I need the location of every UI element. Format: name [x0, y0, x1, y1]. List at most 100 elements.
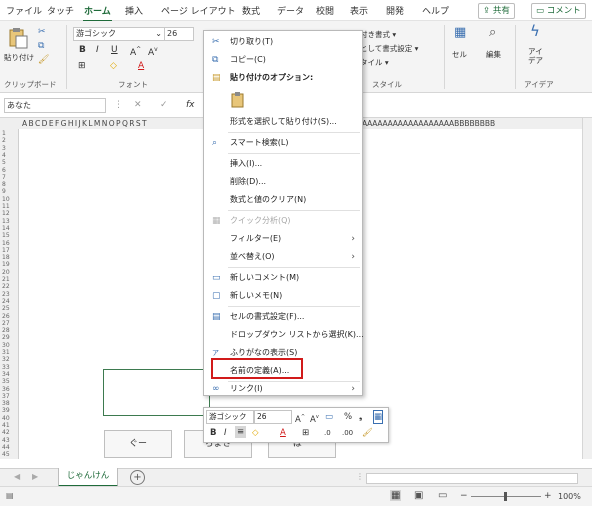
comma-icon[interactable]: ❟ — [359, 411, 362, 423]
fill-color-icon[interactable]: ◇ — [252, 427, 259, 439]
copy-icon[interactable]: ⧉ — [38, 40, 44, 52]
menu-item-format-cells[interactable]: ▤ セルの書式設定(F)... — [204, 308, 362, 326]
row-number[interactable]: 18 — [2, 254, 10, 261]
prev-sheet-icon[interactable]: ◀ — [14, 472, 20, 481]
number-format-icon[interactable]: ▭ — [325, 411, 333, 423]
row-number[interactable]: 30 — [2, 342, 10, 349]
add-sheet-button[interactable]: + — [130, 470, 145, 485]
row-number[interactable]: 14 — [2, 225, 10, 232]
tab-developer[interactable]: 開発 — [386, 4, 404, 17]
menu-item-paste-special[interactable]: 形式を選択して貼り付け(S)... — [204, 113, 362, 131]
decrease-font-icon[interactable]: Av — [310, 411, 319, 426]
row-number[interactable]: 42 — [2, 429, 10, 436]
font-size-select[interactable]: 26 — [164, 27, 194, 41]
row-number[interactable]: 1 — [2, 130, 6, 137]
row-number[interactable]: 15 — [2, 232, 10, 239]
row-number[interactable]: 36 — [2, 386, 10, 393]
underline-button[interactable]: U — [111, 44, 118, 56]
row-number[interactable]: 5 — [2, 159, 6, 166]
vertical-scrollbar[interactable] — [582, 118, 592, 459]
menu-item-sort[interactable]: 並べ替え(O) › — [204, 248, 362, 266]
page-break-view-icon[interactable]: ▭ — [438, 490, 447, 501]
mini-bold-button[interactable]: B — [210, 427, 216, 439]
row-number[interactable]: 39 — [2, 407, 10, 414]
row-number[interactable]: 28 — [2, 327, 10, 334]
ideas-icon[interactable]: ϟ — [530, 24, 540, 39]
row-number[interactable]: 44 — [2, 444, 10, 451]
decrease-font-icon[interactable]: Av — [148, 44, 158, 59]
normal-view-icon[interactable]: ▦ — [390, 490, 402, 501]
menu-item-new-note[interactable]: ▢ 新しいメモ(N) — [204, 287, 362, 305]
search-icon[interactable]: ⌕ — [489, 26, 496, 39]
mini-font-name-select[interactable]: 游ゴシック — [206, 410, 254, 424]
zoom-slider-handle[interactable] — [504, 492, 507, 501]
percent-button[interactable]: % — [344, 411, 352, 423]
insert-function-button[interactable]: fx — [186, 99, 195, 111]
rock-button[interactable]: ぐー — [104, 430, 172, 458]
row-number[interactable]: 10 — [2, 196, 10, 203]
menu-item-filter[interactable]: フィルター(E) › — [204, 230, 362, 248]
format-table-icon[interactable]: ▦ — [373, 410, 384, 424]
menu-item-delete[interactable]: 削除(D)... — [204, 173, 362, 191]
row-number[interactable]: 4 — [2, 152, 6, 159]
tab-data[interactable]: データ — [277, 4, 304, 17]
menu-item-clear-contents[interactable]: 数式と値のクリア(N) — [204, 191, 362, 209]
font-color-icon[interactable]: A — [280, 427, 286, 439]
confirm-icon[interactable]: ✓ — [160, 99, 168, 111]
zoom-out-icon[interactable]: − — [460, 491, 468, 501]
macro-record-icon[interactable]: ▤ — [6, 491, 14, 500]
next-sheet-icon[interactable]: ▶ — [32, 472, 38, 481]
row-number[interactable]: 34 — [2, 371, 10, 378]
mini-font-size-select[interactable]: 26 — [254, 410, 292, 424]
name-box[interactable]: あなた — [4, 98, 106, 113]
tab-view[interactable]: 表示 — [350, 4, 368, 17]
row-number[interactable]: 9 — [2, 188, 6, 195]
row-number[interactable]: 26 — [2, 313, 10, 320]
sheet-tab-janken[interactable]: じゃんけん — [58, 468, 118, 487]
row-number[interactable]: 12 — [2, 210, 10, 217]
row-number[interactable]: 31 — [2, 349, 10, 356]
row-number[interactable]: 24 — [2, 298, 10, 305]
font-name-select[interactable]: 游ゴシック ⌄ — [73, 27, 165, 41]
italic-button[interactable]: I — [96, 44, 99, 56]
row-number[interactable]: 3 — [2, 145, 6, 152]
row-number[interactable]: 41 — [2, 422, 10, 429]
row-number[interactable]: 16 — [2, 240, 10, 247]
horizontal-scrollbar[interactable] — [366, 473, 578, 484]
zoom-level[interactable]: 100% — [558, 492, 581, 501]
shape-outline[interactable] — [103, 369, 210, 416]
tab-review[interactable]: 校閲 — [316, 4, 334, 17]
increase-font-icon[interactable]: A^ — [295, 411, 305, 426]
zoom-in-icon[interactable]: + — [544, 491, 552, 501]
share-button[interactable]: ⇪ 共有 — [478, 3, 515, 19]
bold-button[interactable]: B — [79, 44, 86, 56]
mini-italic-button[interactable]: I — [224, 427, 227, 439]
menu-item-new-comment[interactable]: ▭ 新しいコメント(M) — [204, 269, 362, 287]
row-number[interactable]: 32 — [2, 356, 10, 363]
paste-option-button[interactable] — [230, 91, 246, 109]
borders-icon[interactable]: ⊞ — [78, 60, 86, 72]
menu-item-insert[interactable]: 挿入(I)... — [204, 155, 362, 173]
paste-button[interactable] — [6, 27, 32, 49]
borders-icon[interactable]: ⊞ — [302, 427, 309, 439]
row-number[interactable]: 21 — [2, 276, 10, 283]
menu-item-pick-from-list[interactable]: ドロップダウン リストから選択(K)... — [204, 326, 364, 344]
row-number[interactable]: 37 — [2, 393, 10, 400]
increase-font-icon[interactable]: A^ — [130, 44, 141, 59]
increase-decimal-icon[interactable]: .00 — [342, 427, 353, 439]
row-number[interactable]: 8 — [2, 181, 6, 188]
row-number[interactable]: 11 — [2, 203, 10, 210]
tab-formulas[interactable]: 数式 — [242, 4, 260, 17]
format-painter-icon[interactable]: 🖌 — [38, 54, 49, 66]
row-number[interactable]: 2 — [2, 137, 6, 144]
row-number[interactable]: 13 — [2, 218, 10, 225]
menu-item-copy[interactable]: ⧉ コピー(C) — [204, 51, 362, 69]
tab-insert[interactable]: 挿入 — [125, 4, 143, 17]
row-number[interactable]: 22 — [2, 283, 10, 290]
font-color-icon[interactable]: A — [138, 60, 144, 72]
cells-icon[interactable]: ▦ — [454, 26, 466, 39]
row-number[interactable]: 25 — [2, 305, 10, 312]
row-number[interactable]: 33 — [2, 364, 10, 371]
row-number[interactable]: 20 — [2, 269, 10, 276]
tab-page-layout[interactable]: ページ レイアウト — [161, 4, 236, 17]
